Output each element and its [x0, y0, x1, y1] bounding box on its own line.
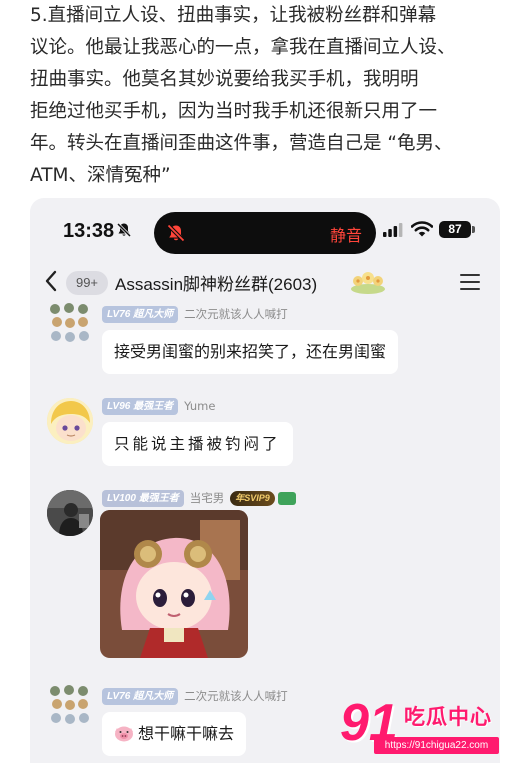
chat-nav-bar: 99+ Assassin脚神粉丝群(2603)	[30, 262, 500, 306]
message-bubble[interactable]: 只能说主播被钓闷了	[102, 422, 293, 466]
level-badge: LV100 最强王者	[102, 490, 184, 507]
pig-icon	[115, 726, 133, 742]
level-badge: LV76 超凡大师	[102, 688, 179, 705]
silent-label: 静音	[329, 226, 362, 245]
battery-icon: 87	[439, 221, 471, 238]
article-line: 议论。他最让我恶心的一点，拿我在直播间立人设、	[30, 37, 456, 58]
rank-title: 超凡大师	[133, 691, 174, 702]
article-line: ATM、深情冤种”	[30, 165, 171, 186]
article-line: 拒绝过他买手机，因为当时我手机还很新只用了一	[30, 101, 438, 122]
chat-message: LV96 最强王者 Yume 只能说主播被钓闷了	[30, 398, 500, 474]
signal-icon	[383, 223, 403, 237]
article-line: 5.直播间立人设、扭曲事实，让我被粉丝群和弹幕	[30, 5, 437, 26]
nickname[interactable]: 二次元就该人人喊打	[184, 306, 288, 323]
avatar[interactable]	[47, 300, 93, 346]
level-value: LV96	[107, 401, 131, 412]
level-value: LV100	[107, 493, 136, 504]
avatar[interactable]	[47, 398, 93, 444]
message-meta: LV76 超凡大师 二次元就该人人喊打	[102, 688, 288, 706]
status-time: 13:38	[63, 220, 115, 242]
rank-title: 超凡大师	[133, 309, 174, 320]
level-badge: LV96 最强王者	[102, 398, 179, 415]
flower-icon	[351, 272, 385, 294]
watermark-name: 吃瓜中心	[404, 705, 492, 729]
phone-screenshot: 13:38 静音 87 99+ Assassin脚神粉丝群(2603) LV76…	[30, 198, 500, 763]
photo-avatar-icon	[47, 490, 93, 536]
level-badge: LV76 超凡大师	[102, 306, 179, 323]
article-line: 年。转头在直播间歪曲这件事，营造自己是 “龟男、	[30, 133, 453, 154]
gem-icon	[277, 492, 296, 505]
group-avatar-icon	[50, 303, 89, 342]
group-avatar-icon	[50, 685, 89, 724]
bell-slash-icon	[116, 222, 132, 238]
article-line: 扭曲事实。他莫名其妙说要给我买手机，我明明	[30, 69, 419, 90]
status-bar: 13:38 静音 87	[30, 198, 500, 262]
anime-avatar-icon	[47, 398, 93, 444]
avatar[interactable]	[47, 490, 93, 536]
anime-girl-sticker-image	[100, 510, 248, 658]
rank-title: 最强王者	[133, 401, 174, 412]
message-meta: LV76 超凡大师 二次元就该人人喊打	[102, 306, 288, 324]
avatar[interactable]	[47, 682, 93, 728]
watermark-logo: 91 吃瓜中心 https://91chigua22.com	[340, 695, 505, 759]
rank-title: 最强王者	[138, 493, 179, 504]
dynamic-island: 静音	[154, 212, 376, 254]
menu-icon[interactable]	[460, 274, 480, 290]
group-title[interactable]: Assassin脚神粉丝群(2603)	[115, 270, 317, 295]
nickname[interactable]: 当宅男	[190, 490, 225, 507]
wifi-icon	[411, 221, 433, 237]
svip-badge: 年SVIP9	[230, 491, 275, 506]
battery-tip	[472, 226, 475, 233]
chat-message: LV76 超凡大师 二次元就该人人喊打 接受男闺蜜的别来招笑了，还在男闺蜜	[30, 303, 500, 376]
nickname[interactable]: Yume	[184, 398, 215, 415]
message-bubble[interactable]: 接受男闺蜜的别来招笑了，还在男闺蜜	[102, 330, 399, 374]
message-bubble[interactable]: 想干嘛干嘛去	[102, 712, 247, 756]
anime-girl-sticker[interactable]	[100, 510, 248, 658]
article-text: 5.直播间立人设、扭曲事实，让我被粉丝群和弹幕 议论。他最让我恶心的一点，拿我在…	[30, 0, 500, 192]
chat-message: LV100 最强王者 当宅男 年SVIP9	[30, 490, 500, 670]
message-meta: LV96 最强王者 Yume	[102, 398, 215, 416]
bell-slash-icon	[167, 224, 185, 242]
nickname[interactable]: 二次元就该人人喊打	[184, 688, 288, 705]
watermark-url: https://91chigua22.com	[374, 737, 499, 754]
back-chevron-icon[interactable]	[44, 270, 58, 292]
message-meta: LV100 最强王者 当宅男 年SVIP9	[102, 490, 296, 508]
message-text: 想干嘛干嘛去	[138, 724, 235, 743]
unread-badge[interactable]: 99+	[66, 271, 108, 295]
level-value: LV76	[107, 309, 131, 320]
level-value: LV76	[107, 691, 131, 702]
